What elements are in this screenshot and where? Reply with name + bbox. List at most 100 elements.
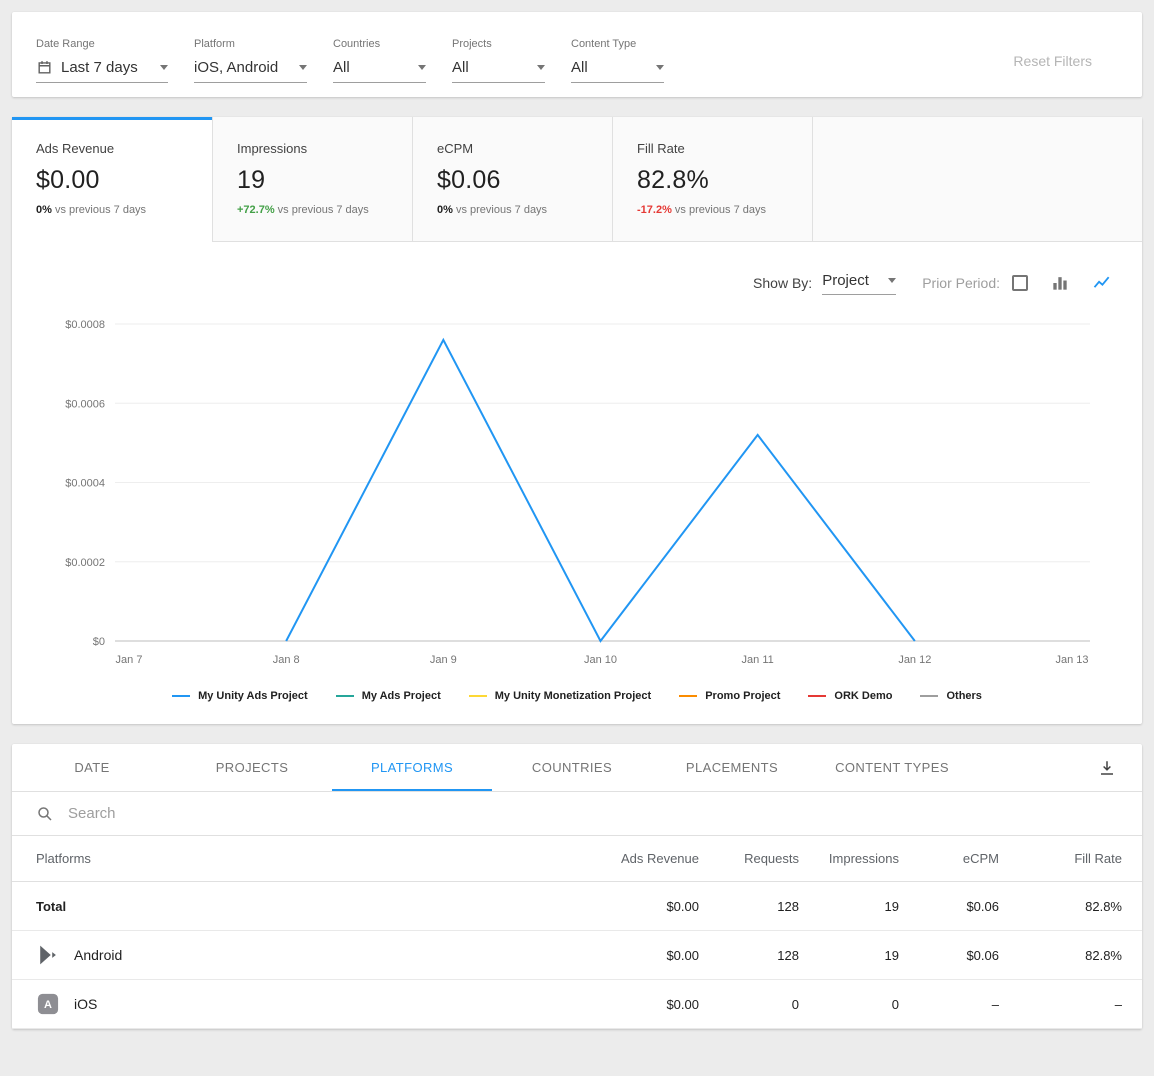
filter-bar: Date Range Last 7 days Platform iOS, And… (12, 12, 1142, 97)
stat-delta: 0% vs previous 7 days (36, 204, 188, 216)
legend-item[interactable]: Promo Project (679, 690, 780, 702)
svg-text:Jan 13: Jan 13 (1055, 654, 1088, 666)
cell-impressions: 19 (799, 948, 899, 963)
legend-item[interactable]: ORK Demo (808, 690, 892, 702)
legend-item[interactable]: Others (920, 690, 981, 702)
cell-ecpm: $0.06 (899, 899, 999, 914)
stat-label: Ads Revenue (36, 141, 188, 156)
tab-projects[interactable]: PROJECTS (172, 744, 332, 791)
legend-swatch (679, 695, 697, 697)
line-chart-icon[interactable] (1092, 273, 1112, 293)
legend-swatch (808, 695, 826, 697)
stat-value: 19 (237, 166, 388, 195)
tab-countries[interactable]: COUNTRIES (492, 744, 652, 791)
stat-tab-ecpm[interactable]: eCPM $0.06 0% vs previous 7 days (412, 117, 612, 242)
show-by-select[interactable]: Project (822, 272, 896, 295)
tab-content-types[interactable]: CONTENT TYPES (812, 744, 972, 791)
stat-value: $0.06 (437, 166, 588, 195)
cell-ads-revenue: $0.00 (589, 997, 699, 1012)
cell-ecpm: $0.06 (899, 948, 999, 963)
prior-period-label: Prior Period: (922, 275, 1000, 291)
bar-chart-icon[interactable] (1050, 273, 1070, 293)
tab-date[interactable]: DATE (12, 744, 172, 791)
chart-controls: Show By: Project Prior Period: (12, 268, 1142, 298)
svg-text:Jan 8: Jan 8 (273, 654, 300, 666)
cell-requests: 128 (699, 948, 799, 963)
download-icon[interactable] (1098, 759, 1142, 777)
legend-label: Promo Project (705, 690, 780, 702)
legend-swatch (336, 695, 354, 697)
legend-item[interactable]: My Unity Ads Project (172, 690, 308, 702)
filter-label: Platform (194, 38, 307, 50)
cell-impressions: 19 (799, 899, 899, 914)
stat-value: $0.00 (36, 166, 188, 195)
column-header: Platforms (36, 851, 589, 866)
filter-platform[interactable]: Platform iOS, Android (194, 38, 307, 83)
tab-placements[interactable]: PLACEMENTS (652, 744, 812, 791)
chevron-down-icon (418, 65, 426, 70)
filter-projects[interactable]: Projects All (452, 38, 545, 83)
svg-text:A: A (44, 999, 52, 1011)
stat-tab-fill-rate[interactable]: Fill Rate 82.8% -17.2% vs previous 7 day… (612, 117, 812, 242)
stat-delta: -17.2% vs previous 7 days (637, 204, 788, 216)
legend-item[interactable]: My Unity Monetization Project (469, 690, 651, 702)
svg-text:$0.0008: $0.0008 (65, 319, 105, 331)
chevron-down-icon (160, 65, 168, 70)
filter-content-type[interactable]: Content Type All (571, 38, 664, 83)
tab-platforms[interactable]: PLATFORMS (332, 744, 492, 791)
filter-countries[interactable]: Countries All (333, 38, 426, 83)
legend-label: My Ads Project (362, 690, 441, 702)
stats-tabs: Ads Revenue $0.00 0% vs previous 7 days … (12, 117, 1142, 242)
svg-text:Jan 10: Jan 10 (584, 654, 617, 666)
breakdown-table-card: DATE PROJECTS PLATFORMS COUNTRIES PLACEM… (12, 744, 1142, 1029)
legend-label: Others (946, 690, 981, 702)
table-row-android: Android $0.00 128 19 $0.06 82.8% (12, 931, 1142, 980)
legend-swatch (172, 695, 190, 697)
stat-tab-impressions[interactable]: Impressions 19 +72.7% vs previous 7 days (212, 117, 412, 242)
svg-text:Jan 7: Jan 7 (116, 654, 143, 666)
column-header: Requests (699, 851, 799, 866)
calendar-icon (36, 59, 53, 76)
column-header: Impressions (799, 851, 899, 866)
legend-label: My Unity Ads Project (198, 690, 308, 702)
row-label: Total (36, 899, 589, 914)
chevron-down-icon (888, 278, 896, 283)
svg-text:$0.0004: $0.0004 (65, 478, 105, 490)
cell-impressions: 0 (799, 997, 899, 1012)
table-row-ios: A iOS $0.00 0 0 – – (12, 980, 1142, 1029)
reset-filters-button[interactable]: Reset Filters (1013, 53, 1118, 69)
svg-text:Jan 9: Jan 9 (430, 654, 457, 666)
filter-value: All (333, 59, 410, 76)
breakdown-tabs: DATE PROJECTS PLATFORMS COUNTRIES PLACEM… (12, 744, 1142, 792)
svg-text:Jan 12: Jan 12 (898, 654, 931, 666)
filter-label: Date Range (36, 38, 168, 50)
column-header: eCPM (899, 851, 999, 866)
filter-date-range[interactable]: Date Range Last 7 days (36, 38, 168, 83)
cell-ads-revenue: $0.00 (589, 899, 699, 914)
stat-tab-ads-revenue[interactable]: Ads Revenue $0.00 0% vs previous 7 days (12, 117, 212, 242)
filter-value: iOS, Android (194, 59, 291, 76)
legend-item[interactable]: My Ads Project (336, 690, 441, 702)
stat-delta: 0% vs previous 7 days (437, 204, 588, 216)
search-input[interactable] (66, 804, 1118, 823)
table-row-total: Total $0.00 128 19 $0.06 82.8% (12, 882, 1142, 931)
cell-fill-rate: – (999, 997, 1122, 1012)
stats-filler (812, 117, 1142, 242)
stat-value: 82.8% (637, 166, 788, 195)
svg-text:$0.0002: $0.0002 (65, 557, 105, 569)
row-label: Android (74, 947, 122, 963)
filter-label: Projects (452, 38, 545, 50)
column-header: Fill Rate (999, 851, 1122, 866)
cell-ads-revenue: $0.00 (589, 948, 699, 963)
chart-legend: My Unity Ads Project My Ads Project My Uni… (12, 690, 1142, 702)
svg-text:Jan 11: Jan 11 (742, 654, 774, 666)
prior-period-checkbox[interactable] (1012, 275, 1028, 291)
chart-area: Show By: Project Prior Period: $0$0.0002… (12, 242, 1142, 724)
table-header: Platforms Ads Revenue Requests Impressio… (12, 836, 1142, 882)
legend-label: My Unity Monetization Project (495, 690, 651, 702)
cell-fill-rate: 82.8% (999, 899, 1122, 914)
row-label: iOS (74, 996, 97, 1012)
legend-label: ORK Demo (834, 690, 892, 702)
stat-label: Impressions (237, 141, 388, 156)
legend-swatch (920, 695, 938, 697)
